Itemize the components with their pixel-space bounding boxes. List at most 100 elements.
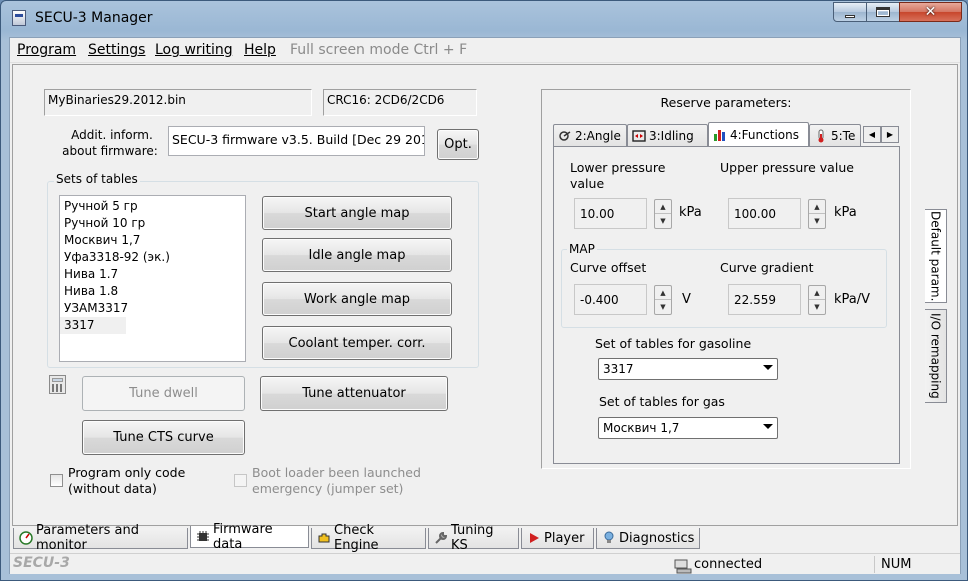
tab-angle-label: 2:Angle <box>575 128 621 143</box>
play-icon <box>527 531 541 545</box>
tune-dwell-button[interactable]: Tune dwell <box>82 376 245 411</box>
tab-check-engine[interactable]: Check Engine <box>311 523 426 553</box>
chip-icon <box>196 530 210 544</box>
tab-angle[interactable]: 2:Angle <box>553 124 627 146</box>
menu-program[interactable]: Program <box>17 42 76 58</box>
lower-pressure-input[interactable]: 10.00 <box>574 198 647 229</box>
title-bar[interactable]: SECU-3 Manager ✕ <box>1 1 967 37</box>
tab-diagnostics[interactable]: Diagnostics <box>596 528 700 549</box>
connection-label: connected <box>694 557 763 572</box>
list-item-selected[interactable]: 3317 <box>60 317 126 334</box>
list-item[interactable]: Уфа3318-92 (эк.) <box>60 249 245 266</box>
lower-pressure-label-2: value <box>570 176 605 191</box>
wrench-icon <box>434 531 448 545</box>
maximize-button[interactable] <box>866 2 900 22</box>
upper-pressure-spinner[interactable]: ▲ ▼ <box>808 199 826 229</box>
bootloader-label-1: Boot loader been launched <box>252 465 421 480</box>
tab-idling[interactable]: 3:Idling <box>627 124 708 146</box>
arrow-left-icon: ◀ <box>868 130 876 139</box>
spin-up-icon[interactable]: ▲ <box>809 200 825 214</box>
menu-log-writing-label: Log writing <box>155 42 233 58</box>
gauge-icon <box>19 531 33 545</box>
tab-functions[interactable]: 4:Functions <box>708 122 809 146</box>
firmware-info-field[interactable]: SECU-3 firmware v3.5. Build [Dec 29 2012… <box>168 126 425 156</box>
tab-default-param-label: Default param. <box>928 210 943 302</box>
main-window: SECU-3 Manager ✕ Program Settings Log wr… <box>0 0 968 581</box>
tab-player[interactable]: Player <box>521 528 594 549</box>
tab-io-remapping[interactable]: I/O remapping <box>925 309 947 403</box>
curve-gradient-input[interactable]: 22.559 <box>728 284 801 315</box>
num-lock-indicator: NUM <box>874 556 960 573</box>
menu-log-writing[interactable]: Log writing <box>155 42 233 58</box>
menu-help[interactable]: Help <box>244 42 276 58</box>
lower-pressure-spinner[interactable]: ▲ ▼ <box>654 199 672 229</box>
curve-offset-unit: V <box>682 292 691 307</box>
window-title: SECU-3 Manager <box>35 10 153 26</box>
coolant-temper-corr-button[interactable]: Coolant temper. corr. <box>262 326 452 360</box>
menu-help-label: Help <box>244 42 276 58</box>
curve-offset-spinner[interactable]: ▲ ▼ <box>654 285 672 315</box>
firmware-file-name: MyBinaries29.2012.bin <box>44 89 312 116</box>
tune-attenuator-button[interactable]: Tune attenuator <box>260 376 448 411</box>
tab-scroll-right-button[interactable]: ▶ <box>881 126 899 143</box>
reserve-parameters-title: Reserve parameters: <box>660 95 792 110</box>
program-only-code-checkbox[interactable] <box>50 474 63 487</box>
tab-firmware-data[interactable]: Firmware data <box>190 522 309 552</box>
spin-down-icon[interactable]: ▼ <box>809 214 825 228</box>
menu-bar: Program Settings Log writing Help Full s… <box>10 38 960 63</box>
idling-icon <box>632 129 646 143</box>
list-item[interactable]: Нива 1.7 <box>60 266 245 283</box>
list-item[interactable]: УЗАМ3317 <box>60 300 245 317</box>
gasoline-tables-label: Set of tables for gasoline <box>595 336 752 351</box>
tab-idling-label: 3:Idling <box>649 128 694 143</box>
list-item[interactable]: Ручной 5 гр <box>60 198 245 215</box>
engine-icon <box>317 531 331 545</box>
upper-pressure-input[interactable]: 100.00 <box>728 198 801 229</box>
tab-tuning-ks[interactable]: Tuning KS <box>428 523 519 553</box>
menu-settings[interactable]: Settings <box>88 42 145 58</box>
list-item[interactable]: Москвич 1,7 <box>60 232 245 249</box>
idle-angle-map-button[interactable]: Idle angle map <box>262 238 452 272</box>
list-item[interactable]: Нива 1.8 <box>60 283 245 300</box>
curve-gradient-spinner[interactable]: ▲ ▼ <box>808 285 826 315</box>
tune-cts-curve-button[interactable]: Tune CTS curve <box>82 420 245 455</box>
minimize-button[interactable] <box>833 2 867 22</box>
tab-temperature[interactable]: 5:Te <box>809 124 861 146</box>
bar-chart-icon <box>713 128 727 142</box>
dropdown-arrow-icon <box>763 365 773 370</box>
brand-label: SECU-3 <box>13 555 70 571</box>
gasoline-tables-select[interactable]: 3317 <box>598 358 778 380</box>
upper-pressure-label: Upper pressure value <box>720 160 854 175</box>
spin-up-icon[interactable]: ▲ <box>655 200 671 214</box>
map-group-label: MAP <box>567 242 597 256</box>
spin-up-icon[interactable]: ▲ <box>655 286 671 300</box>
close-button[interactable]: ✕ <box>899 2 962 22</box>
start-angle-map-button[interactable]: Start angle map <box>262 196 452 230</box>
menu-settings-label: Settings <box>88 42 146 58</box>
gas-tables-select[interactable]: Москвич 1,7 <box>598 417 778 439</box>
tab-tuning-ks-label: Tuning KS <box>451 523 494 553</box>
calculator-icon[interactable] <box>49 375 66 394</box>
connection-icon <box>674 558 692 573</box>
spin-down-icon[interactable]: ▼ <box>809 300 825 314</box>
sets-of-tables-label: Sets of tables <box>54 172 140 186</box>
app-icon[interactable] <box>12 10 26 26</box>
bootloader-checkbox[interactable] <box>234 474 247 487</box>
list-item[interactable]: Ручной 10 гр <box>60 215 245 232</box>
spin-up-icon[interactable]: ▲ <box>809 286 825 300</box>
tables-listbox[interactable]: Ручной 5 гр Ручной 10 гр Москвич 1,7 Уфа… <box>59 195 246 362</box>
spin-down-icon[interactable]: ▼ <box>655 214 671 228</box>
curve-gradient-unit: kPa/V <box>834 292 871 307</box>
upper-pressure-unit: kPa <box>834 205 857 220</box>
spin-down-icon[interactable]: ▼ <box>655 300 671 314</box>
curve-offset-input[interactable]: -0.400 <box>574 284 647 315</box>
thermometer-icon <box>814 129 828 143</box>
addit-info-label-1: Addit. inform. <box>71 128 153 142</box>
tab-default-param[interactable]: Default param. <box>925 209 947 303</box>
tab-functions-label: 4:Functions <box>730 127 799 142</box>
work-angle-map-button[interactable]: Work angle map <box>262 282 452 316</box>
tab-parameters-monitor[interactable]: Parameters and monitor <box>13 523 188 553</box>
tab-scroll-left-button[interactable]: ◀ <box>863 126 881 143</box>
opt-button[interactable]: Opt. <box>437 129 479 160</box>
arrow-right-icon: ▶ <box>886 130 894 139</box>
